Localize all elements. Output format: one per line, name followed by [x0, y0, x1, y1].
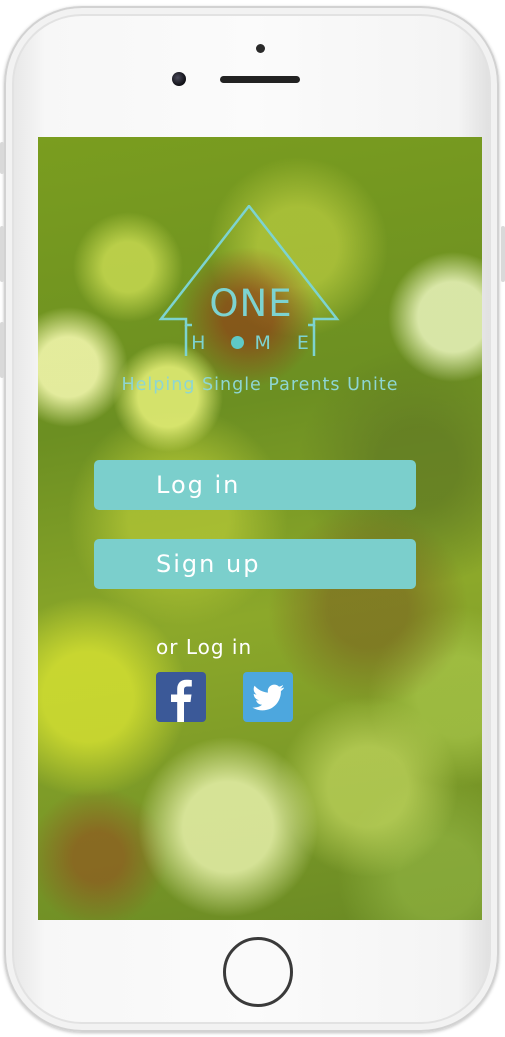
logo-dot-icon [231, 336, 245, 349]
signup-button[interactable]: Sign up [94, 539, 416, 589]
sensor-dot [256, 44, 265, 53]
app-logo: ONE H M E [156, 205, 346, 361]
mute-switch [0, 142, 4, 174]
logo-wordmark: ONE [209, 282, 293, 325]
twitter-icon [252, 684, 285, 711]
volume-down-button [0, 322, 4, 378]
logo-letter-m: M [254, 332, 281, 354]
twitter-login-button[interactable] [243, 672, 293, 722]
volume-up-button [0, 226, 4, 282]
login-button[interactable]: Log in [94, 460, 416, 510]
facebook-login-button[interactable] [156, 672, 206, 722]
earpiece-speaker [220, 76, 300, 83]
app-screen: ONE H M E Helping Single Parents Unite L… [38, 137, 482, 920]
tagline: Helping Single Parents Unite [121, 375, 399, 395]
logo-subtitle: H M E [156, 332, 346, 354]
home-button[interactable] [223, 937, 293, 1007]
phone-frame: ONE H M E Helping Single Parents Unite L… [4, 6, 499, 1032]
front-camera [172, 72, 186, 86]
power-button [501, 226, 505, 282]
alt-login-label: or Log in [156, 635, 253, 659]
logo-letter-h: H [191, 332, 216, 354]
logo-letter-e: E [296, 332, 319, 354]
facebook-icon [171, 679, 192, 722]
